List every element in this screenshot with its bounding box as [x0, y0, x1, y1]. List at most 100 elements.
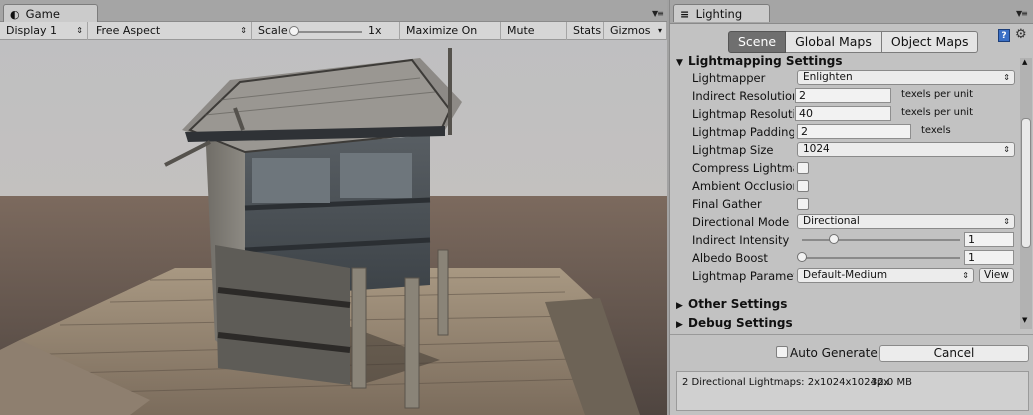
row-ambient-occlusion: Ambient Occlusion [692, 178, 1017, 195]
ambient-occlusion-checkbox[interactable] [797, 180, 809, 192]
aspect-value: Free Aspect [96, 24, 161, 37]
display-dropdown[interactable]: Display 1 ⇕ [0, 22, 88, 40]
scale-slider-track[interactable] [292, 31, 362, 33]
lightmap-size-dropdown[interactable]: 1024 ⇕ [797, 142, 1015, 157]
row-indirect-resolution: Indirect Resolution 2 texels per unit [692, 88, 1017, 105]
lightmap-parameters-dropdown[interactable]: Default-Medium ⇕ [797, 268, 974, 283]
scale-control: Scale 1x [252, 22, 400, 40]
help-book-icon[interactable]: ? [998, 29, 1010, 42]
lightmap-resolution-field[interactable]: 40 [795, 106, 891, 121]
lightmapping-settings-label: Lightmapping Settings [688, 54, 843, 68]
panel-menu-icon[interactable]: ▼≡ [652, 9, 664, 18]
inspector-scrollbar[interactable]: ▲ ▼ [1020, 58, 1032, 329]
dropdown-arrows-icon: ⇕ [240, 26, 247, 35]
other-settings-header[interactable]: ▶ Other Settings [676, 297, 787, 311]
house-lower-wall [215, 245, 350, 385]
tab-global-maps[interactable]: Global Maps [786, 31, 882, 53]
dropdown-arrows-icon: ⇕ [1003, 73, 1010, 82]
row-lightmap-resolution: Lightmap Resolution 40 texels per unit [692, 106, 1017, 123]
pillar [404, 277, 420, 409]
foldout-open-icon: ▼ [676, 58, 683, 68]
scale-label: Scale [258, 24, 288, 37]
compress-lightmaps-checkbox[interactable] [797, 162, 809, 174]
albedo-boost-field[interactable]: 1 [964, 250, 1014, 265]
indirect-resolution-field[interactable]: 2 [795, 88, 891, 103]
window-left [252, 158, 330, 203]
directional-mode-value: Directional [803, 215, 860, 227]
panel-menu-icon[interactable]: ▼≡ [1016, 9, 1028, 18]
lighting-mode-tabs: Scene Global Maps Object Maps [728, 31, 979, 53]
albedo-boost-slider-track[interactable] [802, 257, 960, 259]
row-directional-mode: Directional Mode Directional ⇕ [692, 214, 1017, 231]
row-final-gather: Final Gather [692, 196, 1017, 213]
indirect-intensity-slider-thumb[interactable] [828, 234, 839, 244]
gear-icon[interactable]: ⚙ [1015, 27, 1027, 42]
ambient-occlusion-label: Ambient Occlusion [692, 179, 794, 193]
tab-lighting-label: Lighting [695, 7, 743, 21]
compress-lightmaps-label: Compress Lightmaps [692, 161, 794, 175]
scroll-down-icon[interactable]: ▼ [1022, 316, 1027, 324]
row-albedo-boost: Albedo Boost 1 [692, 250, 1017, 267]
albedo-boost-slider-thumb[interactable] [797, 252, 807, 262]
tab-game-label: Game [25, 7, 60, 21]
lightmap-parameters-label: Lightmap Parameters [692, 269, 794, 283]
row-compress-lightmaps: Compress Lightmaps [692, 160, 1017, 177]
indirect-resolution-label: Indirect Resolution [692, 89, 794, 103]
scale-slider-thumb[interactable] [289, 26, 299, 36]
bake-controls: Auto Generate Cancel 2 Directional Light… [670, 334, 1033, 415]
cancel-button[interactable]: Cancel [879, 345, 1029, 362]
maximize-on-play-toggle[interactable]: Maximize On Play [400, 22, 501, 54]
lightmap-resolution-label: Lightmap Resolution [692, 107, 794, 121]
tab-lighting[interactable]: ≡ Lighting [673, 4, 770, 22]
tab-scene[interactable]: Scene [728, 31, 787, 53]
lightmap-size-value: 1024 [803, 143, 830, 155]
indirect-intensity-label: Indirect Intensity [692, 233, 790, 247]
game-toolbar: Display 1 ⇕ Free Aspect ⇕ Scale 1x Maxim… [0, 22, 667, 54]
indirect-intensity-slider-track[interactable] [802, 239, 960, 241]
lightmapper-dropdown[interactable]: Enlighten ⇕ [797, 70, 1015, 85]
tab-game[interactable]: ◐ Game [3, 4, 98, 22]
final-gather-checkbox[interactable] [797, 198, 809, 210]
lightmapper-value: Enlighten [803, 71, 853, 83]
row-indirect-intensity: Indirect Intensity 1 [692, 232, 1017, 249]
game-panel: ◐ Game ▼≡ Display 1 ⇕ Free Aspect ⇕ Scal… [0, 0, 667, 415]
lightmap-padding-field[interactable]: 2 [797, 124, 911, 139]
row-lightmapper: Lightmapper Enlighten ⇕ [692, 70, 1017, 87]
foldout-closed-icon: ▶ [676, 301, 683, 311]
mute-audio-toggle[interactable]: Mute Audio [501, 22, 567, 54]
aspect-dropdown[interactable]: Free Aspect ⇕ [90, 22, 252, 40]
dropdown-arrows-icon: ⇕ [962, 271, 969, 280]
lighting-panel: ≡ Lighting ▼≡ Scene Global Maps Object M… [669, 0, 1033, 415]
auto-generate-label: Auto Generate [790, 346, 878, 360]
scrollbar-thumb[interactable] [1021, 118, 1031, 248]
indirect-intensity-field[interactable]: 1 [964, 232, 1014, 247]
lighting-inspector: ▼ Lightmapping Settings Lightmapper Enlig… [670, 54, 1020, 329]
stats-toggle[interactable]: Stats [567, 22, 604, 40]
pillar [437, 249, 449, 336]
gizmos-dropdown[interactable]: Gizmos ▾ [604, 22, 667, 40]
debug-settings-header[interactable]: ▶ Debug Settings [676, 316, 793, 329]
lightmap-info-text: 2 Directional Lightmaps: 2x1024x1024px [682, 377, 890, 388]
window-right [340, 153, 412, 198]
game-viewport[interactable] [0, 40, 667, 415]
dropdown-arrows-icon: ⇕ [76, 26, 83, 35]
scroll-up-icon[interactable]: ▲ [1022, 58, 1027, 66]
lighting-tab-bar: ≡ Lighting ▼≡ [670, 0, 1033, 24]
directional-mode-dropdown[interactable]: Directional ⇕ [797, 214, 1015, 229]
lightmapping-settings-header[interactable]: ▼ Lightmapping Settings [676, 54, 842, 68]
lightmap-info-size: 32.0 MB [871, 377, 912, 388]
display-value: Display 1 [6, 24, 58, 37]
scene-render [0, 40, 667, 415]
dropdown-arrows-icon: ⇕ [1003, 217, 1010, 226]
dropdown-arrow-icon: ▾ [657, 26, 662, 35]
view-parameters-button[interactable]: View [979, 268, 1014, 283]
game-tab-bar: ◐ Game ▼≡ [0, 0, 667, 22]
tab-object-maps[interactable]: Object Maps [881, 31, 979, 53]
auto-generate-checkbox[interactable] [776, 346, 788, 358]
pillar [351, 267, 367, 389]
pacman-game-icon: ◐ [10, 8, 20, 21]
lightmap-size-label: Lightmap Size [692, 143, 774, 157]
final-gather-label: Final Gather [692, 197, 762, 211]
other-settings-label: Other Settings [688, 297, 788, 311]
row-lightmap-size: Lightmap Size 1024 ⇕ [692, 142, 1017, 159]
